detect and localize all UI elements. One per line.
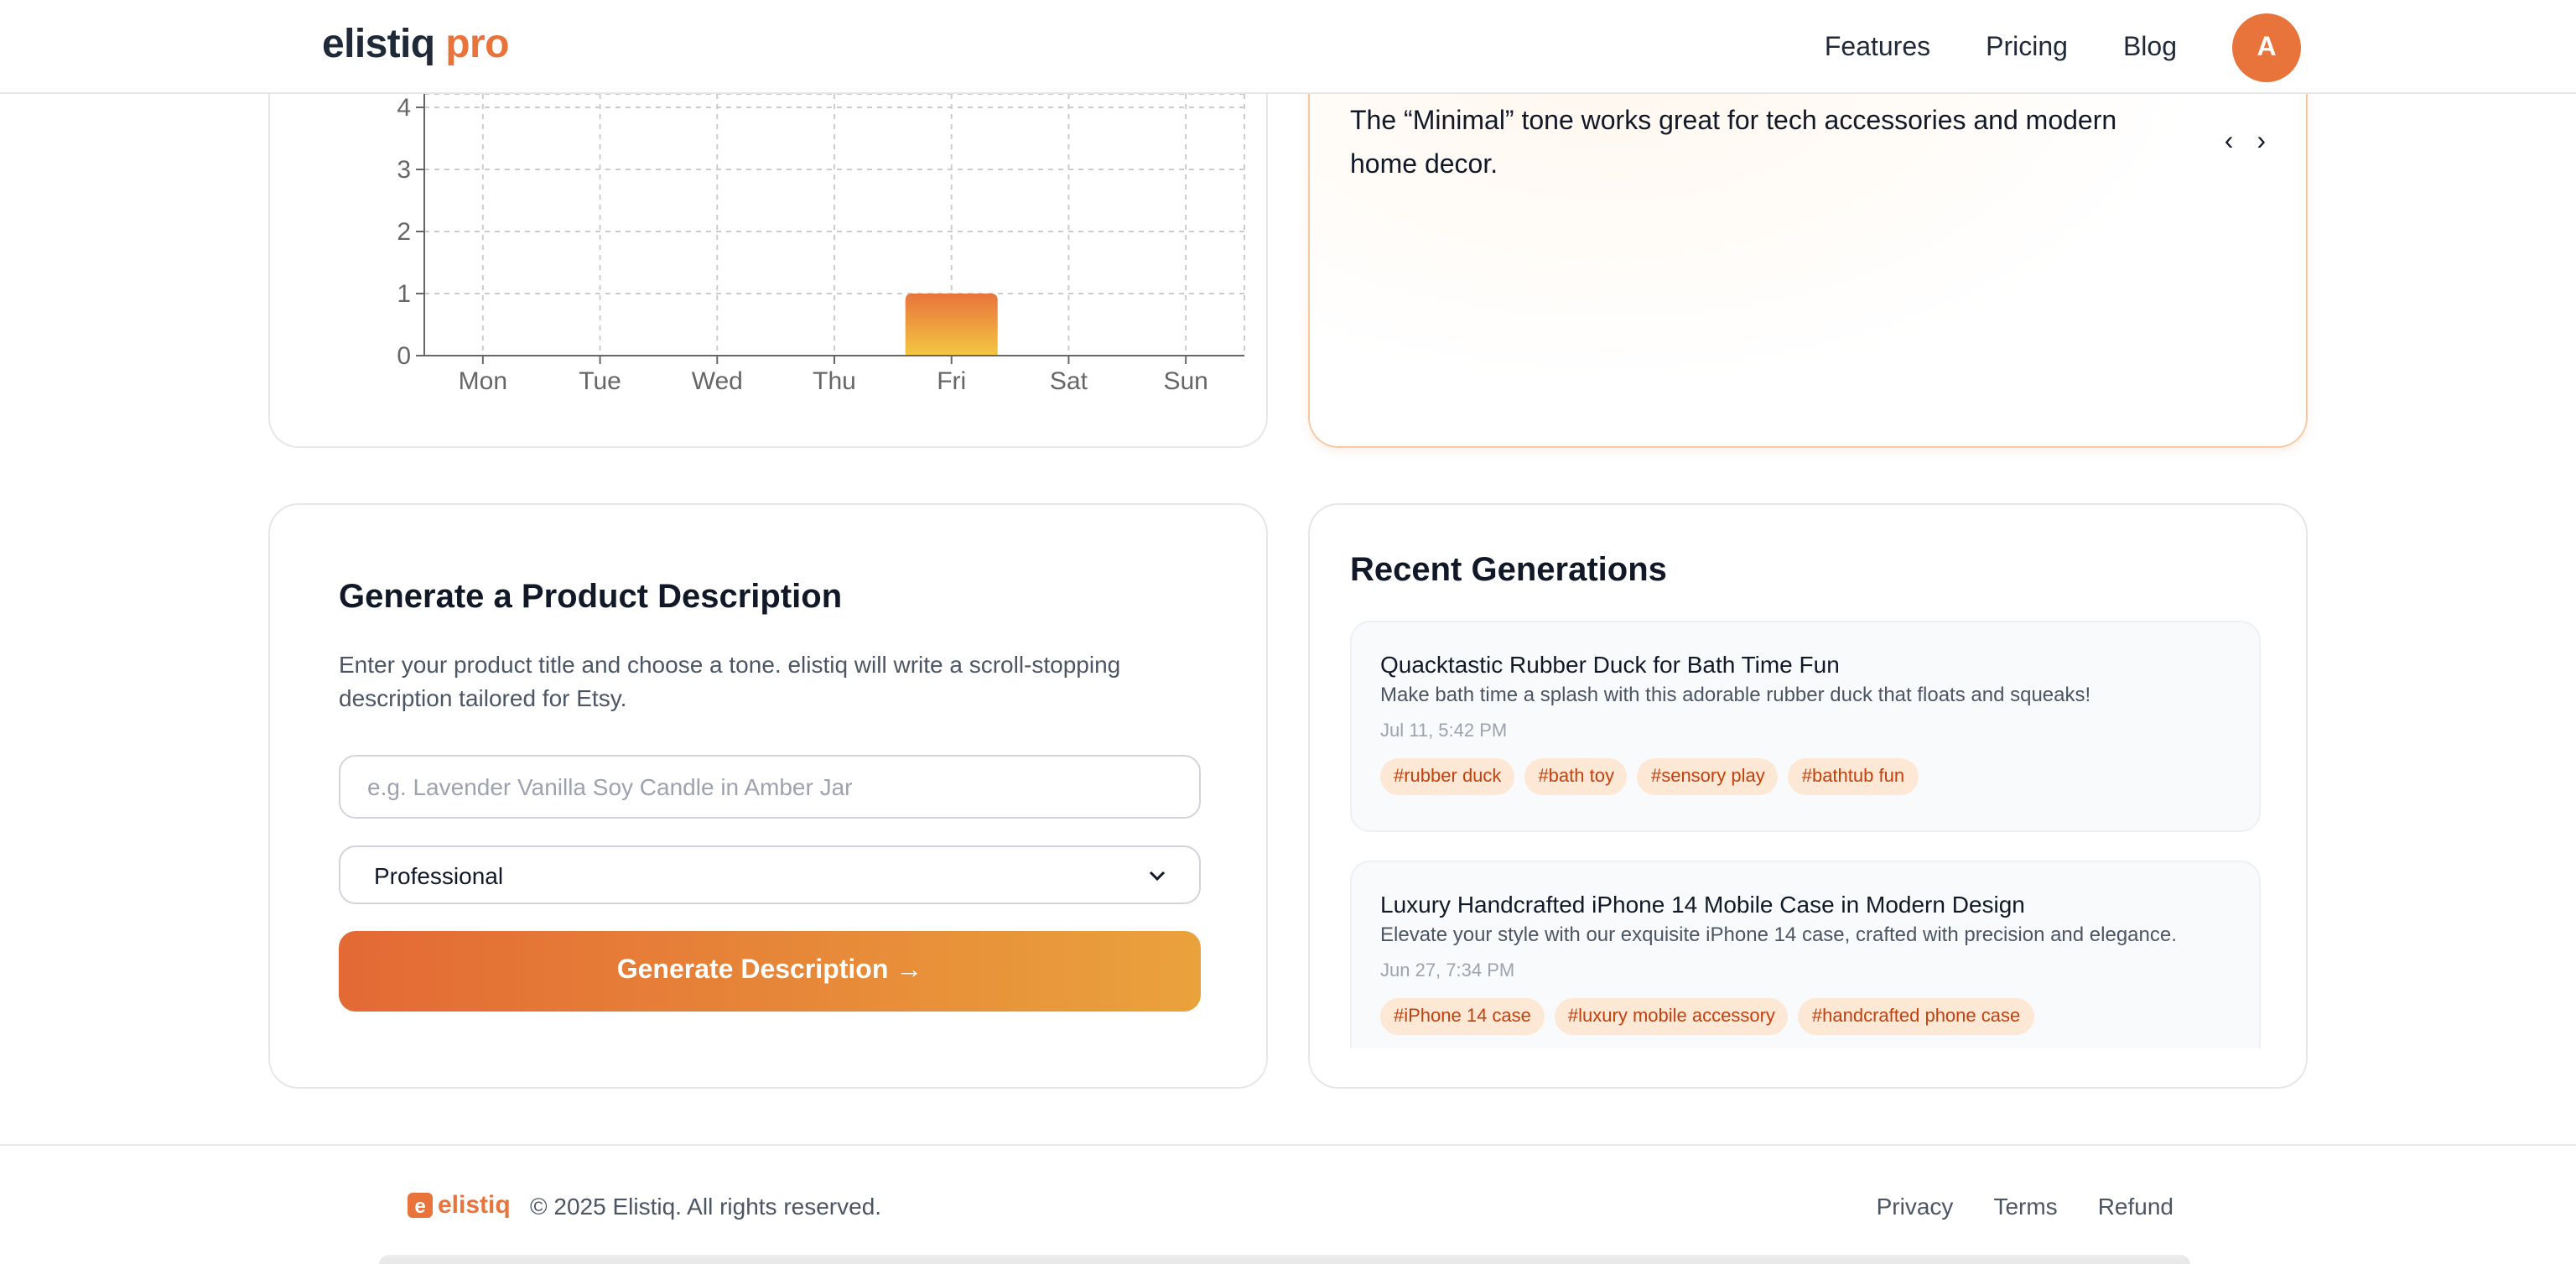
footer-links: Privacy Terms Refund [1836, 1193, 2174, 1220]
tip-pager: ‹ › [2201, 127, 2266, 158]
chevron-down-icon [1149, 865, 1166, 885]
y-tick-label: 2 [397, 218, 411, 246]
tag: #iPhone 14 case [1380, 998, 1545, 1035]
nav-blog[interactable]: Blog [2123, 33, 2177, 63]
generator-description: Enter your product title and choose a to… [339, 651, 1121, 711]
list-item[interactable]: Luxury Handcrafted iPhone 14 Mobile Case… [1350, 861, 2261, 1048]
x-tick-label: Fri [937, 367, 966, 395]
logo-main: elistiq [322, 22, 435, 67]
item-timestamp: Jul 11, 5:42 PM [1380, 721, 1508, 741]
product-title-input[interactable] [339, 755, 1201, 819]
footer: e elistiq © 2025 Elistiq. All rights res… [0, 1144, 2576, 1264]
tip-text: The “Minimal” tone works great for tech … [1350, 107, 2117, 179]
footer-link-refund[interactable]: Refund [2098, 1193, 2174, 1220]
x-tick-label: Wed [692, 367, 743, 395]
top-navbar: elistiq pro Features Pricing Blog A [0, 0, 2576, 94]
x-tick-label: Sun [1163, 367, 1208, 395]
tag: #handcrafted phone case [1798, 998, 2034, 1035]
x-tick-label: Tue [579, 367, 621, 395]
copyright: © 2025 Elistiq. All rights reserved. [530, 1193, 882, 1220]
floating-bar-edge [379, 1255, 2190, 1264]
item-title: Luxury Handcrafted iPhone 14 Mobile Case… [1380, 891, 2025, 918]
chevron-left-icon[interactable]: ‹ [2225, 127, 2234, 158]
list-item[interactable]: Quacktastic Rubber Duck for Bath Time Fu… [1350, 621, 2261, 832]
generator-card: Generate a Product Description Enter you… [268, 503, 1268, 1089]
x-tick-label: Mon [459, 367, 507, 395]
recent-generations-list[interactable]: Quacktastic Rubber Duck for Bath Time Fu… [1350, 621, 2261, 1048]
y-tick-label: 4 [397, 94, 411, 122]
footer-logo-text: elistiq [438, 1191, 511, 1220]
chevron-right-icon[interactable]: › [2257, 127, 2266, 158]
item-tags: #iPhone 14 case #luxury mobile accessory… [1380, 998, 2231, 1035]
tag: #rubber duck [1380, 758, 1515, 795]
recent-generations-title: Recent Generations [1350, 552, 1667, 589]
x-tick-label: Sat [1050, 367, 1088, 395]
item-description: Make bath time a splash with this adorab… [1380, 683, 2091, 706]
tone-select-value: Professional [374, 861, 504, 888]
nav-features[interactable]: Features [1825, 33, 1930, 63]
footer-link-terms[interactable]: Terms [1993, 1193, 2057, 1220]
logo-badge-icon: e [408, 1193, 433, 1218]
avatar[interactable]: A [2232, 13, 2301, 82]
nav-pricing[interactable]: Pricing [1986, 33, 2068, 63]
tag: #sensory play [1637, 758, 1779, 795]
recent-generations-card: Recent Generations Quacktastic Rubber Du… [1308, 503, 2308, 1089]
y-tick-label: 3 [397, 156, 411, 184]
logo[interactable]: elistiq pro [322, 22, 509, 69]
main-nav: Features Pricing Blog A [1825, 13, 2301, 82]
tag: #luxury mobile accessory [1554, 998, 1789, 1035]
item-timestamp: Jun 27, 7:34 PM [1380, 961, 1515, 981]
footer-logo[interactable]: e elistiq [408, 1191, 511, 1220]
x-tick-label: Thu [813, 367, 856, 395]
tag: #bathtub fun [1788, 758, 1919, 795]
tone-select[interactable]: Professional [339, 845, 1201, 904]
tag: #bath toy [1524, 758, 1628, 795]
footer-link-privacy[interactable]: Privacy [1877, 1193, 1954, 1220]
item-description: Elevate your style with our exquisite iP… [1380, 923, 2177, 946]
item-tags: #rubber duck #bath toy #sensory play #ba… [1380, 758, 2231, 795]
item-title: Quacktastic Rubber Duck for Bath Time Fu… [1380, 651, 1840, 678]
y-tick-label: 0 [397, 342, 411, 370]
generate-description-button[interactable]: Generate Description → [339, 931, 1201, 1012]
y-tick-label: 1 [397, 280, 411, 308]
bar-fri [905, 294, 998, 356]
generator-title: Generate a Product Description [339, 579, 843, 616]
logo-pro: pro [445, 22, 509, 67]
